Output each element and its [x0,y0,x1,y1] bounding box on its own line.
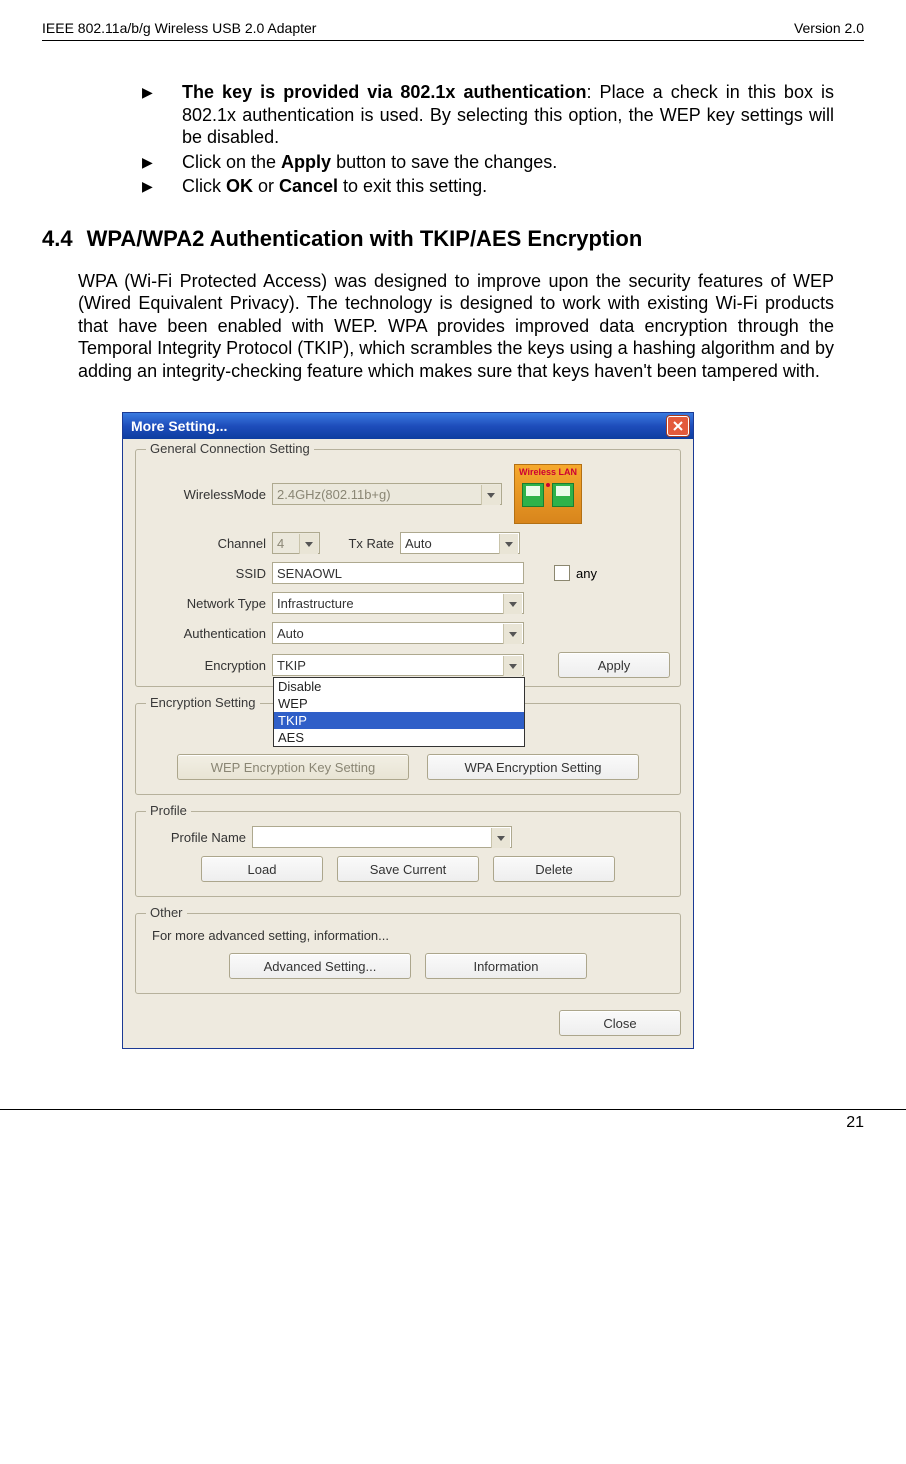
close-icon [673,421,683,431]
txrate-value: Auto [405,536,432,551]
bullet-icon: ▶ [142,151,182,172]
dialog-title: More Setting... [131,418,227,434]
group-profile: Profile Profile Name Load Save Current D… [135,811,681,897]
chevron-down-icon [481,485,500,505]
chevron-down-icon [503,656,522,676]
other-text: For more advanced setting, information..… [152,928,670,943]
label-profile-name: Profile Name [146,830,252,845]
label-txrate: Tx Rate [320,536,400,551]
pc-icon [522,483,544,507]
dialog-body: General Connection Setting WirelessMode … [123,439,693,1048]
close-button[interactable]: Close [559,1010,681,1036]
bullet-text: Click OK or Cancel to exit this setting. [182,175,834,198]
chevron-down-icon [491,828,510,848]
encryption-option[interactable]: Disable [274,678,524,695]
delete-button[interactable]: Delete [493,856,615,882]
label-networktype: Network Type [146,596,272,611]
bullet-text: The key is provided via 802.1x authentic… [182,81,834,149]
wpa-encryption-button[interactable]: WPA Encryption Setting [427,754,639,780]
encryption-option[interactable]: TKIP [274,712,524,729]
authentication-value: Auto [277,626,304,641]
encryption-option[interactable]: WEP [274,695,524,712]
bullet-strong: The key is provided via 802.1x authentic… [182,82,587,102]
networktype-combo[interactable]: Infrastructure [272,592,524,614]
label-channel: Channel [146,536,272,551]
wep-encryption-button[interactable]: WEP Encryption Key Setting [177,754,409,780]
wave-icon [546,483,550,487]
titlebar[interactable]: More Setting... [123,413,693,439]
bullet-list: ▶ The key is provided via 802.1x authent… [142,81,834,198]
any-checkbox[interactable] [554,565,570,581]
profile-name-combo[interactable] [252,826,512,848]
list-item: ▶ The key is provided via 802.1x authent… [142,81,834,149]
group-legend: Profile [146,803,191,818]
pc-icon [552,483,574,507]
close-button[interactable] [667,416,689,436]
t: OK [226,176,253,196]
encryption-combo[interactable]: TKIP DisableWEPTKIPAES [272,654,524,676]
wireless-lan-logo: Wireless LAN [514,464,582,524]
logo-text: Wireless LAN [519,468,577,477]
bullet-icon: ▶ [142,81,182,102]
header-left: IEEE 802.11a/b/g Wireless USB 2.0 Adapte… [42,20,316,36]
list-item: ▶ Click on the Apply button to save the … [142,151,834,174]
group-legend: Other [146,905,187,920]
page-header: IEEE 802.11a/b/g Wireless USB 2.0 Adapte… [42,20,864,41]
any-checkbox-row[interactable]: any [554,565,597,581]
bullet-text: Click on the Apply button to save the ch… [182,151,834,174]
wirelessmode-combo: 2.4GHz(802.11b+g) [272,483,502,505]
t: Apply [281,152,331,172]
label-authentication: Authentication [146,626,272,641]
load-button[interactable]: Load [201,856,323,882]
apply-button[interactable]: Apply [558,652,670,678]
encryption-option[interactable]: AES [274,729,524,746]
group-general-connection: General Connection Setting WirelessMode … [135,449,681,687]
section-title: WPA/WPA2 Authentication with TKIP/AES En… [87,226,643,251]
t: to exit this setting. [338,176,487,196]
chevron-down-icon [299,534,318,554]
chevron-down-icon [503,624,522,644]
body-paragraph: WPA (Wi-Fi Protected Access) was designe… [78,270,834,383]
txrate-combo[interactable]: Auto [400,532,520,554]
any-label: any [576,566,597,581]
t: or [253,176,279,196]
wirelessmode-value: 2.4GHz(802.11b+g) [277,487,391,502]
label-ssid: SSID [146,566,272,581]
bullet-icon: ▶ [142,175,182,196]
networktype-value: Infrastructure [277,596,354,611]
channel-value: 4 [277,536,284,551]
ssid-value: SENAOWL [277,566,342,581]
section-heading: 4.4 WPA/WPA2 Authentication with TKIP/AES… [42,226,864,252]
header-right: Version 2.0 [794,20,864,36]
t: button to save the changes. [331,152,557,172]
list-item: ▶ Click OK or Cancel to exit this settin… [142,175,834,198]
t: Cancel [279,176,338,196]
chevron-down-icon [499,534,518,554]
authentication-combo[interactable]: Auto [272,622,524,644]
information-button[interactable]: Information [425,953,587,979]
ssid-input[interactable]: SENAOWL [272,562,524,584]
t: Click [182,176,226,196]
group-other: Other For more advanced setting, informa… [135,913,681,994]
dialog-more-setting: More Setting... General Connection Setti… [122,412,694,1049]
encryption-value: TKIP [277,658,306,673]
encryption-dropdown-list[interactable]: DisableWEPTKIPAES [273,677,525,747]
page-number: 21 [0,1110,906,1142]
group-legend: General Connection Setting [146,441,314,456]
label-wirelessmode: WirelessMode [146,487,272,502]
t: Click on the [182,152,281,172]
label-encryption: Encryption [146,658,272,673]
channel-combo: 4 [272,532,320,554]
section-number: 4.4 [42,226,73,252]
group-legend: Encryption Setting [146,695,260,710]
save-current-button[interactable]: Save Current [337,856,479,882]
chevron-down-icon [503,594,522,614]
advanced-setting-button[interactable]: Advanced Setting... [229,953,411,979]
